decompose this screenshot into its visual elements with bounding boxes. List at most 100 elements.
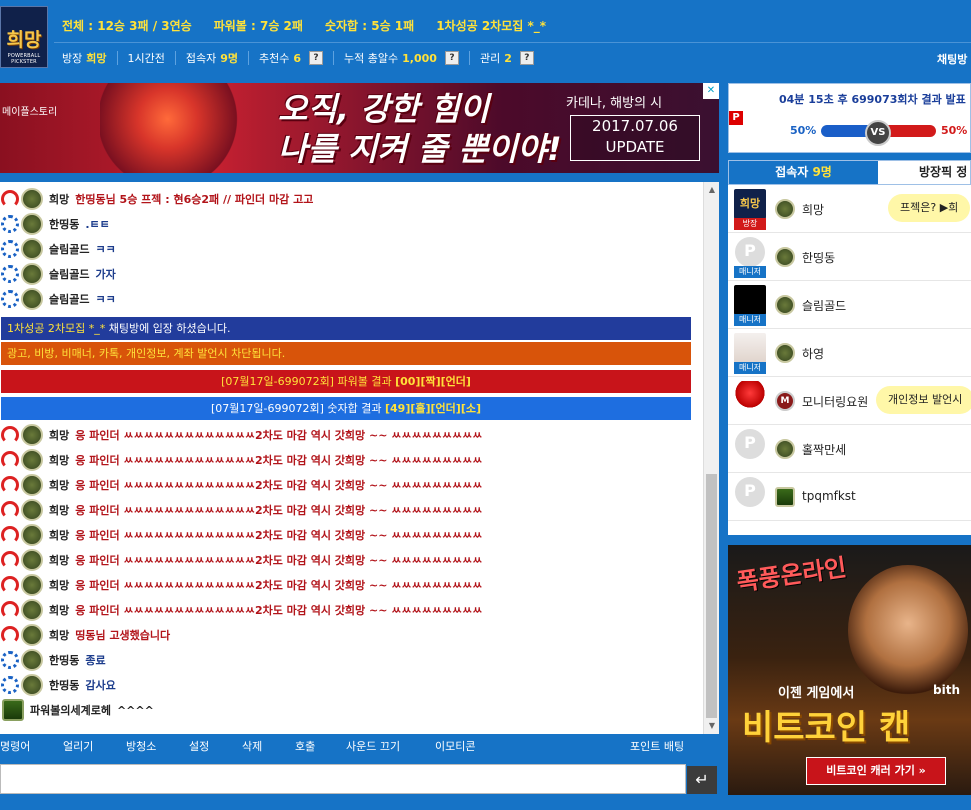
owner-label: 방장 [62, 52, 83, 65]
rank-badge-icon [21, 474, 43, 496]
tab-users[interactable]: 접속자 9명 [729, 161, 878, 184]
enter-text: 채팅방에 입장 하셨습니다. [105, 322, 231, 335]
scroll-thumb[interactable] [706, 474, 717, 718]
recommend-help-button[interactable]: ? [309, 51, 324, 65]
tab-owner-pick[interactable]: 방장픽 정 [879, 161, 971, 184]
scroll-down-icon[interactable]: ▼ [704, 718, 719, 734]
message-nick[interactable]: 희망 [49, 477, 69, 493]
user-name[interactable]: 슬림골드 [802, 297, 846, 314]
chat-message: 희망 응 파인더 ㅆㅆㅆㅆㅆㅆㅆㅆㅆㅆㅆㅆㅆ2차도 마감 역시 갓희망 ~~ ㅆㅆ… [0, 473, 700, 497]
admin-help-button[interactable]: ? [519, 51, 534, 65]
menu-delete[interactable]: 삭제 [242, 735, 262, 759]
host-ring-icon [1, 526, 19, 544]
recommend-value: 6 [293, 51, 302, 65]
menu-freeze[interactable]: 얼리기 [63, 735, 93, 759]
user-item[interactable]: M 모니터링요원 개인정보 발언시 [728, 377, 971, 425]
ad-sub: 카데나, 해방의 시 [566, 96, 663, 111]
user-item[interactable]: 매니저 슬림골드 [728, 281, 971, 329]
send-icon[interactable]: ↵ [687, 766, 717, 794]
user-name[interactable]: 하영 [802, 345, 824, 362]
top-ad-banner[interactable]: 메이플스토리 오직, 강한 힘이 나를 지켜 줄 뿐이야! 카데나, 해방의 시 … [0, 83, 719, 173]
room-logo: 희망 POWERBALL PICKSTER [0, 6, 48, 68]
message-text: 감사요 [85, 679, 116, 692]
message-nick[interactable]: 한띵동 [49, 677, 79, 693]
chat-message: 슬림골드 ㅋㅋ [0, 237, 700, 261]
sum-result-text: [07월17일-699072회] 숫자합 결과 [210, 402, 385, 415]
user-name[interactable]: 희망 [802, 201, 824, 218]
rank-badge-icon [21, 599, 43, 621]
menu-commands[interactable]: 명령어 [0, 735, 30, 759]
side-ad-button[interactable]: 비트코인 캐러 가기 » [806, 757, 946, 785]
logo-sub: POWERBALL PICKSTER [7, 53, 41, 65]
side-ad-line2: 비트코인 캔 [742, 708, 911, 748]
message-nick[interactable]: 희망 [49, 627, 69, 643]
chat-message: 희망 한띵동님 5승 프젝 : 현6승2패 // 파인더 마감 고고 [0, 187, 700, 211]
host-ring-icon [1, 626, 19, 644]
user-name[interactable]: 모니터링요원 [802, 393, 868, 410]
message-nick[interactable]: 한띵동 [49, 216, 79, 232]
side-ad-banner[interactable]: 폭풍온라인 이젠 게임에서 bith 비트코인 캔 비트코인 캐러 가기 » [728, 545, 971, 795]
message-nick[interactable]: 희망 [49, 452, 69, 468]
user-name[interactable]: tpqmfkst [802, 489, 856, 503]
user-name[interactable]: 홀짝만세 [802, 441, 846, 458]
menu-call[interactable]: 호출 [295, 735, 315, 759]
message-nick[interactable]: 한띵동 [49, 652, 79, 668]
user-name[interactable]: 한띵동 [802, 249, 835, 266]
avatar [735, 429, 765, 459]
menu-clear[interactable]: 방청소 [126, 735, 156, 759]
message-text: 가자 [95, 268, 116, 281]
message-text: 종료 [85, 654, 106, 667]
chat-input[interactable] [0, 764, 686, 794]
message-nick[interactable]: 희망 [49, 527, 69, 543]
message-text: 응 파인더 ㅆㅆㅆㅆㅆㅆㅆㅆㅆㅆㅆㅆㅆ2차도 마감 역시 갓희망 ~~ ㅆㅆㅆㅆ… [75, 554, 483, 567]
message-nick[interactable]: 희망 [49, 577, 69, 593]
host-ring-icon [1, 190, 19, 208]
message-nick[interactable]: 희망 [49, 502, 69, 518]
message-nick[interactable]: 희망 [49, 427, 69, 443]
host-ring-icon [1, 601, 19, 619]
total-bullets-value: 1,000 [402, 51, 437, 65]
vs-badge: VS [865, 120, 891, 146]
menu-emoticon[interactable]: 이모티콘 [435, 735, 475, 759]
ad-portrait-image [848, 565, 968, 695]
message-nick[interactable]: 슬림골드 [49, 291, 89, 307]
ad-date: 2017.07.06 [592, 117, 678, 135]
message-nick[interactable]: 희망 [49, 602, 69, 618]
ad-copy-line1: 오직, 강한 힘이 [278, 90, 490, 128]
scroll-up-icon[interactable]: ▲ [704, 182, 719, 198]
message-text: 한띵동님 5승 프젝 : 현6승2패 // 파인더 마감 고고 [75, 193, 314, 206]
message-nick[interactable]: 희망 [49, 191, 69, 207]
message-text: 띵동님 고생했습니다 [75, 629, 171, 642]
avatar [734, 285, 766, 315]
user-item[interactable]: 희망 방장 희망 프젝은? ▶희 [728, 185, 971, 233]
vote-right-pct: 50% [941, 124, 968, 137]
total-bullets-label: 누적 총알수 [344, 52, 399, 65]
chat-scrollbar[interactable]: ▲ ▼ [703, 182, 719, 734]
message-nick[interactable]: 슬림골드 [49, 266, 89, 282]
user-item[interactable]: 매니저 하영 [728, 329, 971, 377]
message-nick[interactable]: 파워볼의세계로헤 [30, 702, 111, 718]
rank-badge-icon [775, 295, 795, 315]
user-item[interactable]: tpqmfkst [728, 473, 971, 521]
owner-value: 희망 [86, 52, 107, 65]
menu-point-bet[interactable]: 포인트 배팅 [630, 735, 684, 759]
adchoices-icon[interactable]: ✕ [703, 83, 719, 99]
stat-room-title: 1차성공 2차모집 *_* [436, 19, 547, 33]
recommend-label: 추천수 [259, 52, 290, 65]
chatroom-link[interactable]: 채팅방 [937, 51, 967, 67]
chat-message: 한띵동 종료 [0, 648, 700, 672]
rank-badge-icon [775, 439, 795, 459]
side-ad-bith: bith [933, 683, 960, 697]
chat-log[interactable]: 1차성공 2차모집 *_* 채팅방에 입장 하셨습니다. 광고, 비방, 비매너… [0, 182, 719, 734]
message-nick[interactable]: 희망 [49, 552, 69, 568]
menu-settings[interactable]: 설정 [189, 735, 209, 759]
user-item[interactable]: 매니저 한띵동 [728, 233, 971, 281]
chat-message: 파워볼의세계로헤 ^^^^ [0, 698, 700, 722]
user-item[interactable]: 홀짝만세 [728, 425, 971, 473]
bullets-help-button[interactable]: ? [444, 51, 459, 65]
role-badge: 방장 [734, 218, 766, 230]
member-ring-icon [1, 290, 19, 308]
menu-sound-off[interactable]: 사운드 끄기 [346, 735, 400, 759]
message-text: 응 파인더 ㅆㅆㅆㅆㅆㅆㅆㅆㅆㅆㅆㅆㅆ2차도 마감 역시 갓희망 ~~ ㅆㅆㅆㅆ… [75, 604, 483, 617]
message-nick[interactable]: 슬림골드 [49, 241, 89, 257]
